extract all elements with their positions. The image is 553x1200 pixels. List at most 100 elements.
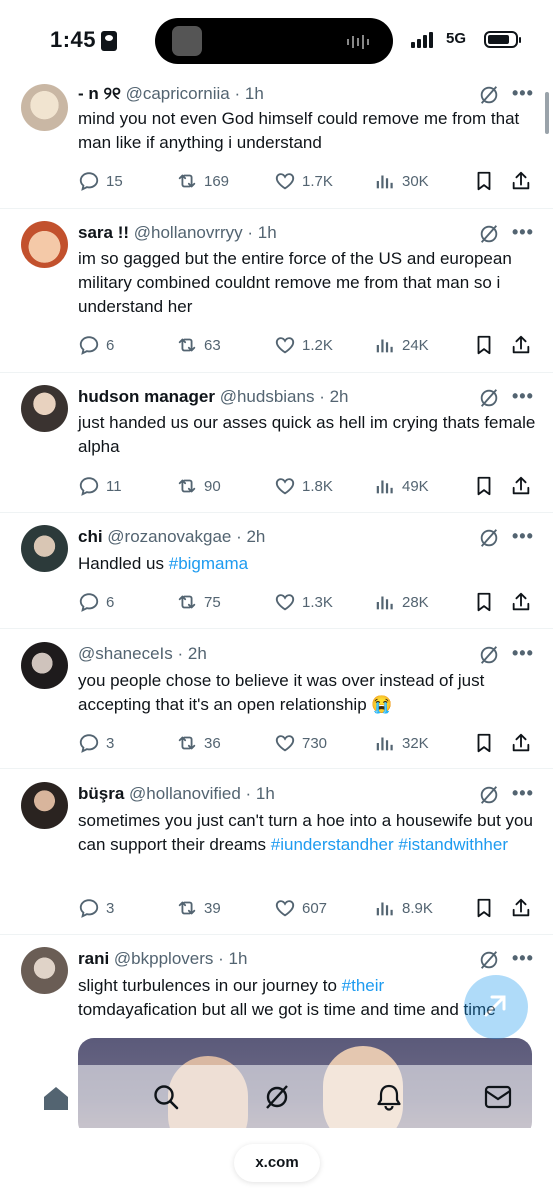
- avatar[interactable]: [21, 642, 68, 689]
- search-icon[interactable]: [152, 1083, 180, 1111]
- author-handle[interactable]: @capricorniia: [126, 84, 230, 103]
- notifications-icon[interactable]: [375, 1083, 403, 1111]
- author-handle[interactable]: @hollanovified: [129, 784, 241, 803]
- author-name[interactable]: hudson manager: [78, 387, 215, 406]
- grok-icon[interactable]: [478, 949, 500, 971]
- bookmark-button[interactable]: [473, 333, 501, 357]
- author-name[interactable]: chi: [78, 527, 103, 546]
- views-icon: [374, 897, 396, 919]
- repost-button[interactable]: 39: [176, 896, 221, 920]
- tweet-time[interactable]: 1h: [258, 223, 277, 242]
- avatar[interactable]: [21, 84, 68, 131]
- tweet[interactable]: - n ୨୧ @capricorniia · 1h ••• mind you n…: [0, 78, 553, 209]
- repost-button[interactable]: 169: [176, 169, 229, 193]
- bookmark-button[interactable]: [473, 169, 501, 193]
- repost-button[interactable]: 90: [176, 474, 221, 498]
- more-icon[interactable]: •••: [512, 83, 534, 104]
- more-icon[interactable]: •••: [512, 948, 534, 969]
- tweet-time[interactable]: 2h: [330, 387, 349, 406]
- author-handle[interactable]: @shaneceIs: [78, 644, 173, 663]
- compose-button[interactable]: [464, 975, 528, 1039]
- hashtag-link[interactable]: #their: [342, 976, 385, 995]
- tweet-time[interactable]: 1h: [245, 84, 264, 103]
- reply-button[interactable]: 11: [78, 474, 122, 498]
- more-icon[interactable]: •••: [512, 222, 534, 243]
- grok-icon[interactable]: [478, 84, 500, 106]
- like-button[interactable]: 1.8K: [274, 474, 333, 498]
- bookmark-button[interactable]: [473, 590, 501, 614]
- reply-button[interactable]: 15: [78, 169, 123, 193]
- avatar[interactable]: [21, 947, 68, 994]
- tweet-time[interactable]: 2h: [246, 527, 265, 546]
- bookmark-button[interactable]: [473, 474, 501, 498]
- repost-button[interactable]: 36: [176, 731, 221, 755]
- tweet-text: im so gagged but the entire force of the…: [78, 249, 512, 316]
- avatar[interactable]: [21, 385, 68, 432]
- tweet[interactable]: büşra @hollanovified · 1h ••• sometimes …: [0, 768, 553, 935]
- grok-nav-icon[interactable]: [263, 1083, 291, 1111]
- like-icon: [274, 897, 296, 919]
- messages-icon[interactable]: [484, 1085, 512, 1109]
- avatar[interactable]: [21, 221, 68, 268]
- grok-icon[interactable]: [478, 784, 500, 806]
- like-button[interactable]: 730: [274, 731, 327, 755]
- views-button[interactable]: 49K: [374, 474, 429, 498]
- views-button[interactable]: 30K: [374, 169, 429, 193]
- author-handle[interactable]: @bkpplovers: [114, 949, 213, 968]
- grok-icon[interactable]: [478, 644, 500, 666]
- share-button[interactable]: [510, 169, 538, 193]
- bookmark-button[interactable]: [473, 896, 501, 920]
- author-name[interactable]: rani: [78, 949, 109, 968]
- share-button[interactable]: [510, 474, 538, 498]
- share-button[interactable]: [510, 896, 538, 920]
- author-name[interactable]: sara !!: [78, 223, 129, 242]
- grok-icon[interactable]: [478, 527, 500, 549]
- avatar[interactable]: [21, 782, 68, 829]
- home-icon[interactable]: [42, 1085, 70, 1111]
- views-button[interactable]: 28K: [374, 590, 429, 614]
- author-handle[interactable]: @hudsbians: [220, 387, 315, 406]
- author-handle[interactable]: @hollanovrryy: [134, 223, 243, 242]
- reply-button[interactable]: 3: [78, 896, 114, 920]
- avatar[interactable]: [21, 525, 68, 572]
- tweet[interactable]: hudson manager @hudsbians · 2h ••• just …: [0, 372, 553, 513]
- more-icon[interactable]: •••: [512, 386, 534, 407]
- like-icon: [274, 475, 296, 497]
- views-button[interactable]: 8.9K: [374, 896, 433, 920]
- dynamic-island[interactable]: [155, 18, 393, 64]
- repost-button[interactable]: 63: [176, 333, 221, 357]
- more-icon[interactable]: •••: [512, 526, 534, 547]
- like-button[interactable]: 1.2K: [274, 333, 333, 357]
- repost-button[interactable]: 75: [176, 590, 221, 614]
- tweet-time[interactable]: 2h: [188, 644, 207, 663]
- like-button[interactable]: 1.7K: [274, 169, 333, 193]
- more-icon[interactable]: •••: [512, 643, 534, 664]
- tweet[interactable]: chi @rozanovakgae · 2h ••• Handled us #b…: [0, 512, 553, 629]
- author-name[interactable]: - n ୨୧: [78, 84, 121, 103]
- reply-button[interactable]: 6: [78, 333, 114, 357]
- tweet[interactable]: sara !! @hollanovrryy · 1h ••• im so gag…: [0, 208, 553, 373]
- tweet[interactable]: @shaneceIs · 2h ••• you people chose to …: [0, 628, 553, 769]
- share-button[interactable]: [510, 731, 538, 755]
- grok-icon[interactable]: [478, 223, 500, 245]
- hashtag-link[interactable]: #bigmama: [169, 554, 248, 573]
- url-bar[interactable]: x.com: [234, 1144, 320, 1182]
- like-count: 1.8K: [302, 477, 333, 495]
- tweet-time[interactable]: 1h: [256, 784, 275, 803]
- author-name[interactable]: büşra: [78, 784, 124, 803]
- views-button[interactable]: 32K: [374, 731, 429, 755]
- more-icon[interactable]: •••: [512, 783, 534, 804]
- tweet-time[interactable]: 1h: [229, 949, 248, 968]
- like-button[interactable]: 1.3K: [274, 590, 333, 614]
- grok-icon[interactable]: [478, 387, 500, 409]
- hashtag-link[interactable]: #iunderstandher: [271, 835, 394, 854]
- share-button[interactable]: [510, 333, 538, 357]
- share-button[interactable]: [510, 590, 538, 614]
- hashtag-link[interactable]: #istandwithher: [398, 835, 508, 854]
- reply-button[interactable]: 6: [78, 590, 114, 614]
- author-handle[interactable]: @rozanovakgae: [107, 527, 231, 546]
- reply-button[interactable]: 3: [78, 731, 114, 755]
- like-button[interactable]: 607: [274, 896, 327, 920]
- views-button[interactable]: 24K: [374, 333, 429, 357]
- bookmark-button[interactable]: [473, 731, 501, 755]
